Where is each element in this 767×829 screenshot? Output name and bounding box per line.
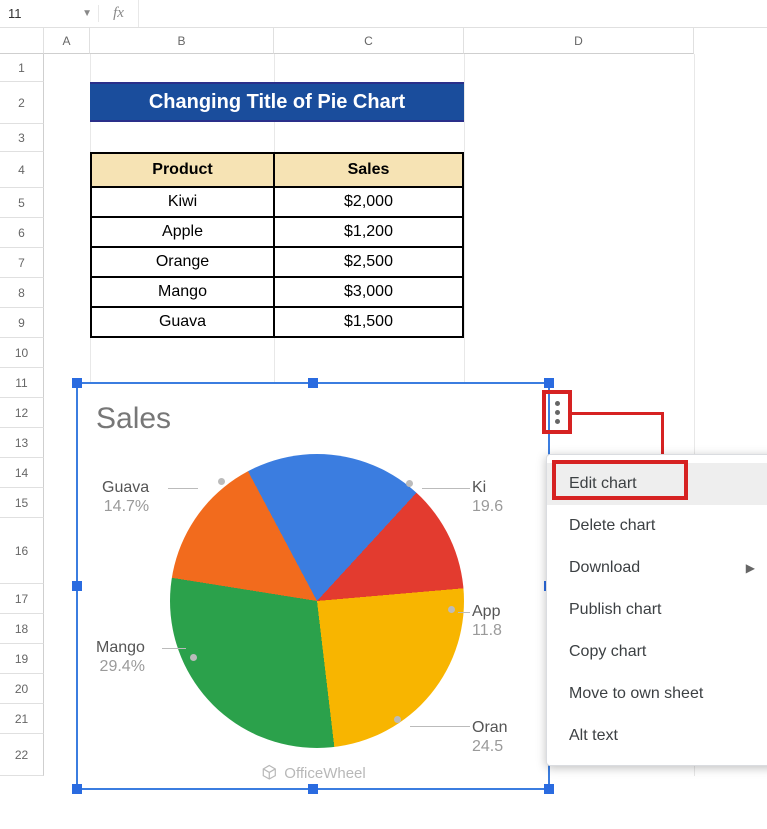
table-cell[interactable]: Apple <box>91 217 274 247</box>
submenu-arrow-icon: ▶ <box>746 561 755 575</box>
column-headers: A B C D <box>0 28 767 54</box>
table-cell[interactable]: $3,000 <box>274 277 463 307</box>
chart-context-menu: Edit chart Delete chart Download▶ Publis… <box>546 454 767 766</box>
slice-label-mango: Mango 29.4% <box>96 638 145 676</box>
leader-dot <box>406 480 413 487</box>
chart-title[interactable]: Sales <box>96 402 171 436</box>
table-cell[interactable]: $2,000 <box>274 187 463 217</box>
table-row: Apple $1,200 <box>91 217 463 247</box>
col-header-d[interactable]: D <box>464 28 694 54</box>
page-title: Changing Title of Pie Chart <box>90 82 464 122</box>
pie-slices[interactable] <box>170 454 464 748</box>
leader-dot <box>448 606 455 613</box>
col-header-b[interactable]: B <box>90 28 274 54</box>
row-header[interactable]: 17 <box>0 584 44 614</box>
menu-item-move-to-own-sheet[interactable]: Move to own sheet <box>547 673 767 715</box>
embedded-chart[interactable]: Sales Guava 14.7% Ki 19.6 <box>76 382 550 790</box>
table-row: Guava $1,500 <box>91 307 463 337</box>
table-header: Product <box>91 153 274 187</box>
cells-area[interactable]: Changing Title of Pie Chart Product Sale… <box>44 54 767 776</box>
leader-dot <box>394 716 401 723</box>
table-cell[interactable]: Mango <box>91 277 274 307</box>
table-cell[interactable]: Orange <box>91 247 274 277</box>
slice-label-guava: Guava 14.7% <box>102 478 149 516</box>
resize-handle[interactable] <box>308 784 318 794</box>
hexagon-icon <box>260 764 278 782</box>
table-row: Orange $2,500 <box>91 247 463 277</box>
slice-label-kiwi: Ki 19.6 <box>472 478 503 516</box>
table-header: Sales <box>274 153 463 187</box>
table-cell[interactable]: Guava <box>91 307 274 337</box>
col-header-a[interactable]: A <box>44 28 90 54</box>
menu-item-copy-chart[interactable]: Copy chart <box>547 631 767 673</box>
divider <box>138 0 139 27</box>
table-cell[interactable]: Kiwi <box>91 187 274 217</box>
chart-options-button[interactable] <box>542 390 572 434</box>
table-cell[interactable]: $1,200 <box>274 217 463 247</box>
slice-label-orange: Oran 24.5 <box>472 718 508 756</box>
row-header[interactable]: 10 <box>0 338 44 368</box>
row-header[interactable]: 19 <box>0 644 44 674</box>
leader-dot <box>218 478 225 485</box>
table-row: Mango $3,000 <box>91 277 463 307</box>
menu-item-download[interactable]: Download▶ <box>547 547 767 589</box>
resize-handle[interactable] <box>72 378 82 388</box>
leader-line <box>410 726 470 727</box>
leader-line <box>168 488 198 489</box>
table-cell[interactable]: $2,500 <box>274 247 463 277</box>
row-header[interactable]: 15 <box>0 488 44 518</box>
name-box[interactable]: 11 ▼ <box>0 6 98 21</box>
data-table: Product Sales Kiwi $2,000 Apple $1,200 O… <box>90 152 464 338</box>
row-header[interactable]: 4 <box>0 152 44 188</box>
row-header[interactable]: 12 <box>0 398 44 428</box>
row-header[interactable]: 13 <box>0 428 44 458</box>
row-header[interactable]: 2 <box>0 82 44 124</box>
watermark: OfficeWheel <box>260 764 365 782</box>
resize-handle[interactable] <box>72 581 82 591</box>
table-row: Kiwi $2,000 <box>91 187 463 217</box>
row-header[interactable]: 5 <box>0 188 44 218</box>
row-header[interactable]: 1 <box>0 54 44 82</box>
leader-line <box>422 488 470 489</box>
row-header[interactable]: 8 <box>0 278 44 308</box>
table-cell[interactable]: $1,500 <box>274 307 463 337</box>
row-header[interactable]: 7 <box>0 248 44 278</box>
leader-dot <box>190 654 197 661</box>
select-all-corner[interactable] <box>0 28 44 54</box>
row-header[interactable]: 16 <box>0 518 44 584</box>
menu-item-edit-chart[interactable]: Edit chart <box>547 463 767 505</box>
table-header-row: Product Sales <box>91 153 463 187</box>
menu-item-publish-chart[interactable]: Publish chart <box>547 589 767 631</box>
kebab-icon <box>555 401 560 424</box>
resize-handle[interactable] <box>72 784 82 794</box>
slice-label-apple: App 11.8 <box>472 602 502 640</box>
row-header[interactable]: 9 <box>0 308 44 338</box>
row-header[interactable]: 11 <box>0 368 44 398</box>
row-header[interactable]: 22 <box>0 734 44 776</box>
resize-handle[interactable] <box>544 378 554 388</box>
row-header[interactable]: 18 <box>0 614 44 644</box>
resize-handle[interactable] <box>544 784 554 794</box>
formula-bar: 11 ▼ fx <box>0 0 767 28</box>
fx-label: fx <box>98 5 138 22</box>
name-box-dropdown-icon[interactable]: ▼ <box>82 8 92 19</box>
row-header[interactable]: 14 <box>0 458 44 488</box>
col-header-c[interactable]: C <box>274 28 464 54</box>
menu-item-alt-text[interactable]: Alt text <box>547 715 767 757</box>
row-header[interactable]: 3 <box>0 124 44 152</box>
row-header[interactable]: 20 <box>0 674 44 704</box>
pie-chart: Guava 14.7% Ki 19.6 App 11.8 <box>170 454 464 748</box>
spreadsheet-grid: A B C D 1 2 3 4 5 6 7 8 9 10 11 12 13 14… <box>0 28 767 776</box>
cell-reference: 11 <box>8 6 22 21</box>
leader-line <box>458 612 470 613</box>
resize-handle[interactable] <box>308 378 318 388</box>
row-header[interactable]: 6 <box>0 218 44 248</box>
menu-item-delete-chart[interactable]: Delete chart <box>547 505 767 547</box>
row-headers: 1 2 3 4 5 6 7 8 9 10 11 12 13 14 15 16 1… <box>0 54 44 776</box>
leader-line <box>162 648 186 649</box>
row-header[interactable]: 21 <box>0 704 44 734</box>
